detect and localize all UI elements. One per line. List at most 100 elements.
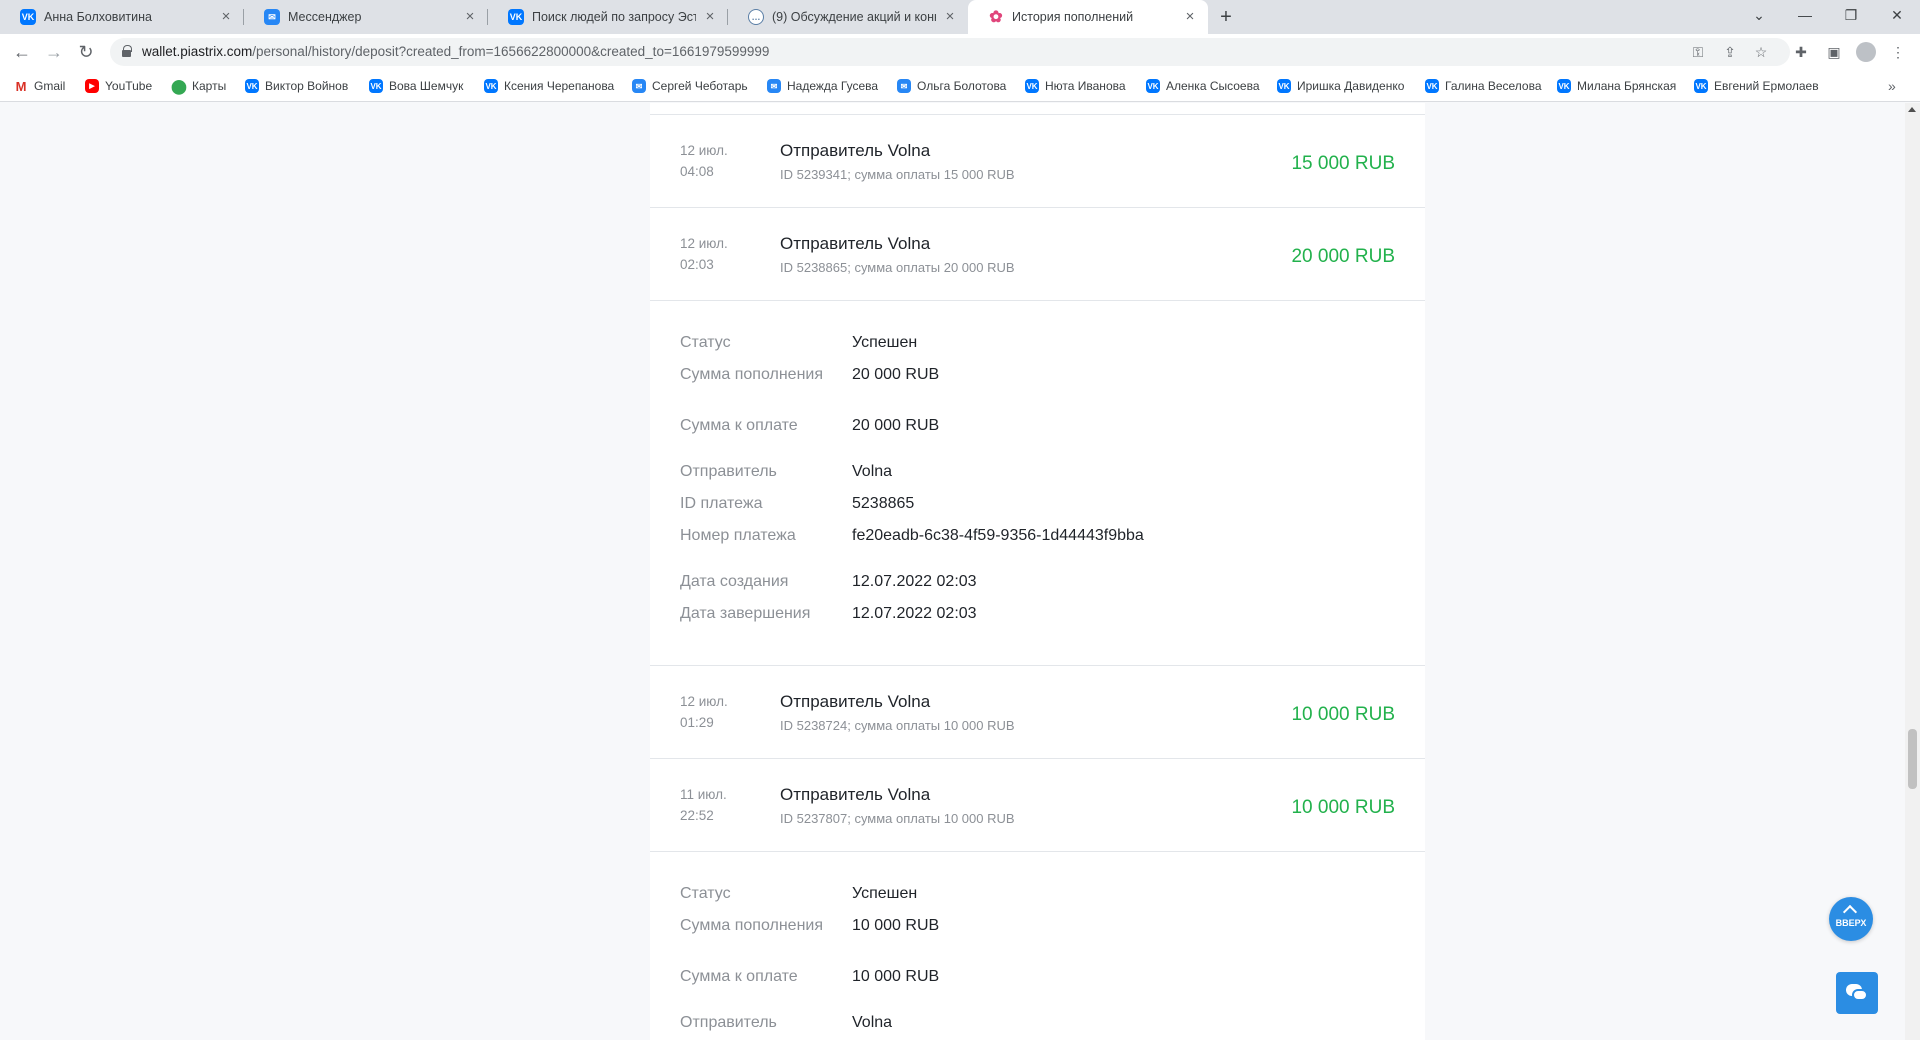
key-icon[interactable]: ⚿ — [1688, 42, 1708, 62]
bookmark-label: Сергей Чеботарь — [652, 79, 748, 93]
row-amount: 10 000 RUB — [1291, 704, 1395, 725]
tab-search-button[interactable]: ⌄ — [1736, 0, 1782, 30]
bookmark-item[interactable]: VK Вова Шемчук — [369, 70, 463, 102]
minimize-button[interactable]: — — [1782, 0, 1828, 30]
detail-label: Статус — [680, 334, 731, 351]
bookmark-label: Иришка Давиденко — [1297, 79, 1405, 93]
vk-icon: VK — [1146, 79, 1160, 93]
scroll-to-top-button[interactable]: ВВЕРХ — [1829, 897, 1873, 941]
support-chat-button[interactable] — [1836, 972, 1878, 1014]
page-scrollbar[interactable] — [1905, 103, 1920, 1040]
history-row[interactable]: 12 июл. 01:29 Отправитель Volna ID 523872… — [650, 666, 1425, 759]
tab-messenger[interactable]: ✉ Мессенджер × — [244, 0, 488, 34]
detail-label: Сумма пополнения — [680, 917, 823, 934]
lock-icon[interactable] — [122, 45, 132, 57]
vk-icon: VK — [1694, 79, 1708, 93]
list-item-partial[interactable] — [650, 103, 1425, 115]
bookmark-item[interactable]: ✉ Сергей Чеботарь — [632, 70, 748, 102]
messenger-icon: ✉ — [767, 79, 781, 93]
history-row[interactable]: 11 июл. 22:52 Отправитель Volna ID 523780… — [650, 759, 1425, 852]
row-amount: 20 000 RUB — [1291, 246, 1395, 267]
bookmark-item[interactable]: VK Ксения Черепанова — [484, 70, 614, 102]
detail-created-date: 12.07.2022 02:03 — [852, 573, 977, 590]
restore-button[interactable]: ❐ — [1828, 0, 1874, 30]
close-icon[interactable]: × — [942, 9, 958, 25]
close-icon[interactable]: × — [1182, 9, 1198, 25]
bookmark-star-icon[interactable]: ☆ — [1751, 42, 1771, 62]
close-window-button[interactable]: ✕ — [1874, 0, 1920, 30]
tab-anna[interactable]: VK Анна Болховитина × — [0, 0, 244, 34]
vk-icon: VK — [1425, 79, 1439, 93]
tab-discussion[interactable]: … (9) Обсуждение акций и конкур × — [728, 0, 968, 34]
tab-label: Мессенджер — [288, 10, 362, 24]
scroll-up-arrow-icon[interactable] — [1908, 107, 1916, 112]
forward-button[interactable]: → — [42, 40, 66, 64]
url-host: wallet.piastrix.com — [142, 44, 253, 59]
close-icon[interactable]: × — [702, 9, 718, 25]
vk-icon: VK — [508, 9, 524, 25]
detail-status: Успешен — [852, 334, 918, 351]
detail-pay-amount: 20 000 RUB — [852, 417, 940, 434]
back-button[interactable]: ← — [10, 40, 34, 64]
reload-button[interactable]: ↻ — [74, 40, 98, 64]
bookmark-item[interactable]: VK Евгений Ермолаев — [1694, 70, 1819, 102]
bookmark-label: Аленка Сысоева — [1166, 79, 1260, 93]
flower-icon: ✿ — [989, 9, 1003, 26]
bookmark-item[interactable]: ✉ Надежда Гусева — [767, 70, 878, 102]
detail-sender: Volna — [852, 463, 893, 480]
detail-payment-number: fe20eadb-6c38-4f59-9356-1d44443f9bba — [852, 527, 1144, 544]
bookmark-label: Вова Шемчук — [389, 79, 464, 93]
bookmark-label: Карты — [192, 79, 227, 93]
detail-label: Отправитель — [680, 463, 777, 480]
bookmark-item[interactable]: VK Нюта Иванова — [1025, 70, 1126, 102]
row-amount: 15 000 RUB — [1291, 153, 1395, 174]
close-icon[interactable]: × — [462, 9, 478, 25]
row-subtitle: ID 5238865; сумма оплаты 20 000 RUB — [780, 260, 1015, 275]
bookmark-item[interactable]: VK Аленка Сысоева — [1146, 70, 1260, 102]
bookmark-label: Надежда Гусева — [787, 79, 879, 93]
bookmark-item[interactable]: VK Милана Брянская — [1557, 70, 1676, 102]
profile-avatar-icon[interactable] — [1856, 42, 1876, 62]
row-subtitle: ID 5238724; сумма оплаты 10 000 RUB — [780, 718, 1015, 733]
url-text[interactable]: wallet.piastrix.com/personal/history/dep… — [142, 38, 769, 66]
address-bar[interactable]: wallet.piastrix.com/personal/history/dep… — [110, 38, 1790, 66]
youtube-icon: ▶ — [85, 79, 99, 93]
scrollbar-thumb[interactable] — [1908, 729, 1917, 789]
bookmark-label: Евгений Ермолаев — [1714, 79, 1819, 93]
detail-label: Сумма к оплате — [680, 968, 798, 985]
bookmark-youtube[interactable]: ▶ YouTube — [85, 70, 152, 102]
bookmark-label: Ольга Болотова — [917, 79, 1007, 93]
maps-icon: ⬤ — [171, 77, 187, 94]
row-date: 12 июл. 01:29 — [680, 694, 728, 730]
messenger-icon: ✉ — [897, 79, 911, 93]
history-row[interactable]: 12 июл. 02:03 Отправитель Volna ID 523886… — [650, 208, 1425, 301]
menu-dots-icon[interactable]: ⋮ — [1888, 42, 1908, 62]
history-row[interactable]: 12 июл. 04:08 Отправитель Volna ID 523934… — [650, 115, 1425, 208]
bookmark-item[interactable]: VK Галина Веселова — [1425, 70, 1542, 102]
bookmark-item[interactable]: ✉ Ольга Болотова — [897, 70, 1006, 102]
bookmark-label: Gmail — [34, 79, 66, 93]
extensions-icon[interactable]: ✚ — [1791, 42, 1811, 62]
bookmarks-overflow-icon[interactable]: » — [1888, 70, 1896, 102]
detail-deposit-amount: 20 000 RUB — [852, 366, 940, 383]
bookmark-item[interactable]: VK Виктор Войнов — [245, 70, 348, 102]
deposit-history-card: 12 июл. 04:08 Отправитель Volna ID 523934… — [650, 103, 1425, 1040]
row-subtitle: ID 5237807; сумма оплаты 10 000 RUB — [780, 811, 1015, 826]
new-tab-button[interactable]: + — [1214, 5, 1238, 29]
bookmark-item[interactable]: VK Иришка Давиденко — [1277, 70, 1404, 102]
tab-people-search[interactable]: VK Поиск людей по запросу Эстер × — [488, 0, 728, 34]
share-icon[interactable]: ⇪ — [1720, 42, 1740, 62]
detail-label: Сумма к оплате — [680, 417, 798, 434]
close-icon[interactable]: × — [218, 9, 234, 25]
tab-label: (9) Обсуждение акций и конкур — [772, 10, 936, 24]
tab-deposit-history[interactable]: ✿ История пополнений × — [968, 0, 1208, 34]
tab-label: Поиск людей по запросу Эстер — [532, 10, 696, 24]
bookmark-maps[interactable]: ⬤ Карты — [171, 70, 227, 102]
bookmark-label: Виктор Войнов — [265, 79, 349, 93]
vk-icon: VK — [1277, 79, 1291, 93]
bookmark-gmail[interactable]: M Gmail — [14, 70, 66, 102]
browser-toolbar: ← → ↻ wallet.piastrix.com/personal/histo… — [0, 34, 1920, 70]
transaction-details: Статус Успешен Сумма пополнения 10 000 R… — [650, 852, 1425, 1040]
chat-icon-back — [1852, 989, 1868, 1001]
side-panel-icon[interactable]: ▣ — [1824, 42, 1844, 62]
